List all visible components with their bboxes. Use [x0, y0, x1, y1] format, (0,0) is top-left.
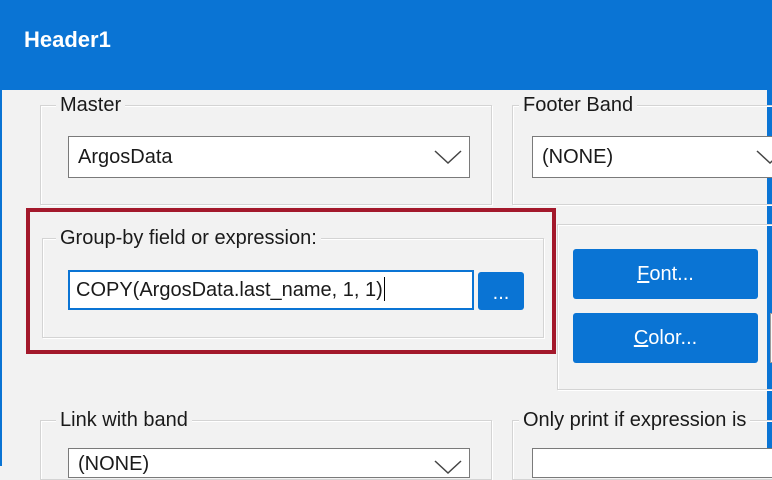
font-button-label: ont...: [649, 263, 694, 285]
color-button-label: olor...: [648, 327, 698, 349]
highlight-box: [26, 208, 556, 354]
window-frame-left: [0, 90, 2, 466]
only-print-expression-input[interactable]: [532, 448, 772, 478]
chevron-down-icon: [434, 150, 462, 165]
link-with-band-label: Link with band: [56, 408, 192, 432]
chevron-down-icon: [434, 460, 462, 475]
font-button[interactable]: Font...: [573, 249, 758, 299]
font-button-accel: F: [637, 263, 650, 285]
title-bar[interactable]: [0, 0, 772, 90]
master-combo[interactable]: ArgosData: [68, 136, 470, 178]
link-with-band-value: (NONE): [78, 453, 150, 475]
footer-band-combo-value: (NONE): [542, 146, 614, 168]
footer-band-combo[interactable]: (NONE): [532, 136, 772, 178]
color-button-accel: C: [633, 327, 649, 349]
master-combo-value: ArgosData: [78, 146, 173, 168]
footer-band-label: Footer Band: [519, 93, 638, 117]
window-title: Header1: [24, 27, 111, 52]
color-button[interactable]: Color...: [573, 313, 758, 363]
master-label: Master: [56, 93, 126, 117]
chevron-down-icon: [756, 150, 772, 165]
link-with-band-combo[interactable]: (NONE): [68, 448, 470, 478]
only-print-label: Only print if expression is: [519, 408, 751, 432]
